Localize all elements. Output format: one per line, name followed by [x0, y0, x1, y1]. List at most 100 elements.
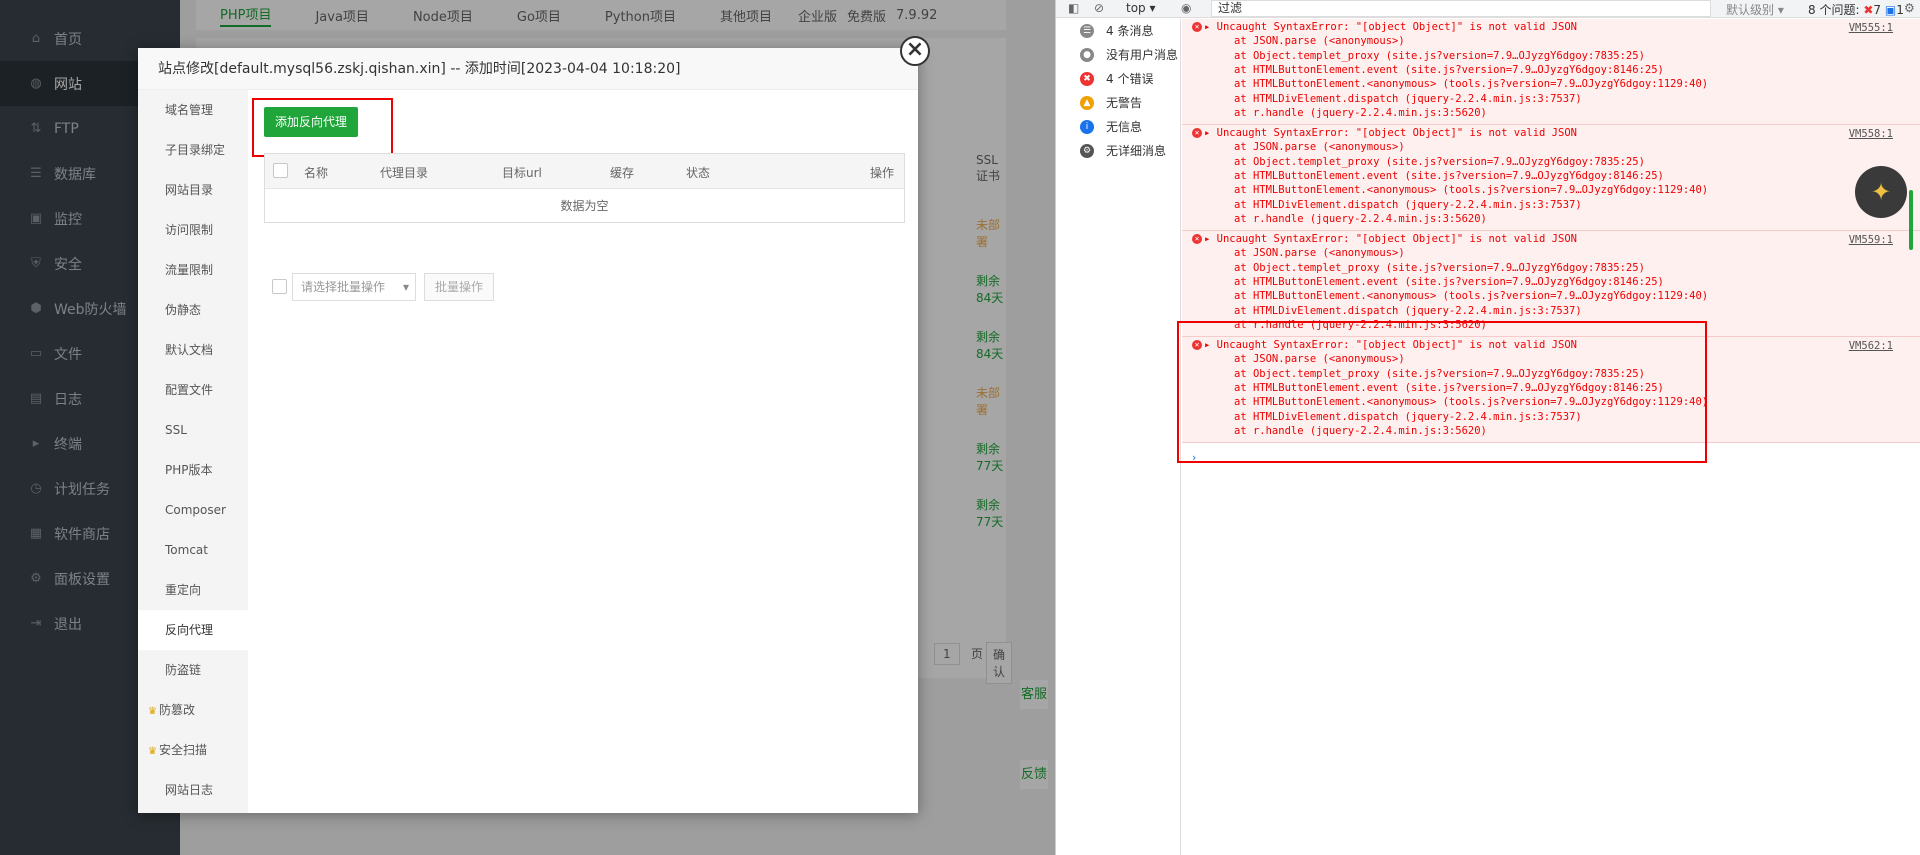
console-filter-label: 无警告: [1106, 96, 1143, 110]
stack-frame: at HTMLDivElement.dispatch (jquery-2.2.4…: [1234, 304, 1582, 317]
issues-counter[interactable]: 8 个问题: ✖7 ▣1: [1808, 1, 1904, 18]
dialog-nav-item[interactable]: 域名管理: [138, 90, 248, 130]
stack-frame: at Object.templet_proxy (site.js?version…: [1234, 261, 1645, 274]
console-filter-item[interactable]: ✖ 4 个错误: [1056, 67, 1181, 91]
console-error-message[interactable]: ✕ VM555:1 ▸ Uncaught SyntaxError: "[object…: [1182, 19, 1920, 125]
bird-logo-icon: ✦: [1855, 166, 1907, 218]
console-error-message[interactable]: ✕ VM558:1 ▸ Uncaught SyntaxError: "[object…: [1182, 125, 1920, 231]
source-link[interactable]: VM559:1: [1849, 234, 1893, 246]
stack-frame: at HTMLButtonElement.event (site.js?vers…: [1234, 275, 1664, 288]
dialog-title: 站点修改[default.mysql56.zskj.qishan.xin] --…: [138, 48, 918, 90]
console-filter-item[interactable]: ☰ 4 条消息: [1056, 19, 1181, 43]
stack-frame: at HTMLButtonElement.event (site.js?vers…: [1234, 169, 1664, 182]
column-header: 代理目录: [380, 166, 429, 180]
error-icon: ✕: [1192, 234, 1202, 244]
console-filter-item[interactable]: i 无信息: [1056, 115, 1181, 139]
dialog-nav-item[interactable]: 配置文件: [138, 370, 248, 410]
site-edit-dialog: 站点修改[default.mysql56.zskj.qishan.xin] --…: [138, 48, 918, 813]
gear-icon[interactable]: ⚙: [1904, 1, 1915, 15]
console-filter-item[interactable]: ● 没有用户消息: [1056, 43, 1181, 67]
context-select[interactable]: top ▾: [1126, 1, 1156, 15]
dialog-nav-label: 访问限制: [165, 223, 214, 237]
dialog-nav-label: 伪静态: [165, 303, 202, 317]
dialog-nav-item[interactable]: ♛ 安全扫描: [138, 730, 248, 770]
dialog-nav-label: 网站目录: [165, 183, 214, 197]
dialog-nav-item[interactable]: SSL: [138, 410, 248, 450]
dialog-nav-item[interactable]: Tomcat: [138, 530, 248, 570]
info-icon: i: [1080, 120, 1094, 134]
batch-action-button[interactable]: 批量操作: [424, 273, 494, 301]
warning-icon: ▲: [1080, 96, 1094, 110]
dialog-nav-item[interactable]: 反向代理: [138, 610, 248, 650]
close-icon[interactable]: ×: [900, 36, 930, 66]
console-filter-item[interactable]: ▲ 无警告: [1056, 91, 1181, 115]
dialog-nav-label: PHP版本: [165, 463, 213, 477]
dialog-nav-item[interactable]: Composer: [138, 490, 248, 530]
highlight-box: [1177, 321, 1707, 463]
console-filter-label: 无详细消息: [1106, 144, 1167, 158]
console-filter-label: 没有用户消息: [1106, 48, 1179, 62]
dialog-nav-item[interactable]: 重定向: [138, 570, 248, 610]
error-icon: ✕: [1192, 22, 1202, 32]
dialog-nav-label: 防盗链: [165, 663, 202, 677]
dialog-nav-item[interactable]: 伪静态: [138, 290, 248, 330]
stack-frame: at Object.templet_proxy (site.js?version…: [1234, 155, 1645, 168]
dialog-nav-label: 重定向: [165, 583, 202, 597]
dialog-nav-item[interactable]: PHP版本: [138, 450, 248, 490]
dialog-nav-item[interactable]: 流量限制: [138, 250, 248, 290]
list-icon: ☰: [1080, 24, 1094, 38]
column-header: 目标url: [502, 166, 542, 180]
stack-frame: at JSON.parse (<anonymous>): [1234, 141, 1405, 154]
error-summary: ▸ Uncaught SyntaxError: "[object Object]…: [1204, 21, 1577, 33]
stack-frame: at Object.templet_proxy (site.js?version…: [1234, 49, 1645, 62]
stack-frame: at r.handle (jquery-2.2.4.min.js:3:5620): [1234, 212, 1487, 225]
dialog-nav-item[interactable]: ♛ 防篡改: [138, 690, 248, 730]
stack-frame: at r.handle (jquery-2.2.4.min.js:3:5620): [1234, 106, 1487, 119]
crown-icon: ♛: [148, 746, 157, 757]
dialog-nav-label: 域名管理: [165, 103, 214, 117]
scroll-indicator: [1909, 190, 1913, 250]
source-link[interactable]: VM562:1: [1849, 340, 1893, 352]
dialog-nav-label: 网站日志: [165, 783, 214, 797]
dialog-nav-item[interactable]: 网站日志: [138, 770, 248, 810]
table-header: 名称 代理目录 目标url 缓存 状态 操作: [265, 154, 904, 189]
dialog-nav-item[interactable]: 子目录绑定: [138, 130, 248, 170]
dialog-nav-item[interactable]: 防盗链: [138, 650, 248, 690]
column-header: 状态: [686, 166, 711, 180]
dialog-nav-item[interactable]: 网站目录: [138, 170, 248, 210]
dialog-nav-item[interactable]: 默认文档: [138, 330, 248, 370]
dialog-nav-label: 配置文件: [165, 383, 214, 397]
log-level-select[interactable]: 默认级别 ▾: [1726, 1, 1784, 18]
dialog-nav-label: 流量限制: [165, 263, 214, 277]
source-link[interactable]: VM555:1: [1849, 22, 1893, 34]
crown-icon: ♛: [148, 706, 157, 717]
column-header: 操作: [870, 166, 895, 180]
column-header: 名称: [304, 166, 329, 180]
sidebar-toggle-icon[interactable]: ◧: [1068, 1, 1079, 15]
console-toolbar: ◧ ⊘ top ▾ ◉ 过滤 默认级别 ▾ 8 个问题: ✖7 ▣1 ⚙: [1056, 0, 1920, 18]
stack-frame: at HTMLDivElement.dispatch (jquery-2.2.4…: [1234, 198, 1582, 211]
error-summary: ▸ Uncaught SyntaxError: "[object Object]…: [1204, 233, 1577, 245]
dialog-nav-item[interactable]: 访问限制: [138, 210, 248, 250]
user-icon: ●: [1080, 48, 1094, 62]
dialog-nav-label: Composer: [165, 503, 226, 517]
source-link[interactable]: VM558:1: [1849, 128, 1893, 140]
proxy-table: 名称 代理目录 目标url 缓存 状态 操作 数据为空: [264, 153, 905, 223]
reverse-proxy-panel: 添加反向代理 名称 代理目录 目标url 缓存 状态 操作 数据为空 请选择批量…: [248, 90, 918, 813]
filter-input[interactable]: 过滤: [1211, 0, 1711, 17]
error-summary: ▸ Uncaught SyntaxError: "[object Object]…: [1204, 127, 1577, 139]
clear-console-icon[interactable]: ⊘: [1094, 1, 1104, 15]
dialog-nav-label: 防篡改: [158, 703, 195, 717]
dialog-nav-label: 子目录绑定: [165, 143, 226, 157]
console-filter-item[interactable]: ⚙ 无详细消息: [1056, 139, 1181, 163]
stack-frame: at HTMLDivElement.dispatch (jquery-2.2.4…: [1234, 92, 1582, 105]
select-all-checkbox[interactable]: [273, 163, 288, 178]
batch-checkbox[interactable]: [272, 279, 287, 294]
console-sidebar: ☰ 4 条消息 ● 没有用户消息 ✖ 4 个错误 ▲ 无警告 i 无信息 ⚙ 无详细消息: [1056, 19, 1181, 855]
dialog-nav-label: 反向代理: [165, 623, 214, 637]
chevron-down-icon: ▾: [402, 280, 409, 294]
batch-action-select[interactable]: 请选择批量操作 ▾: [292, 273, 416, 301]
dialog-nav-label: Tomcat: [165, 543, 208, 557]
eye-icon[interactable]: ◉: [1181, 1, 1191, 15]
console-filter-label: 4 条消息: [1106, 24, 1154, 38]
